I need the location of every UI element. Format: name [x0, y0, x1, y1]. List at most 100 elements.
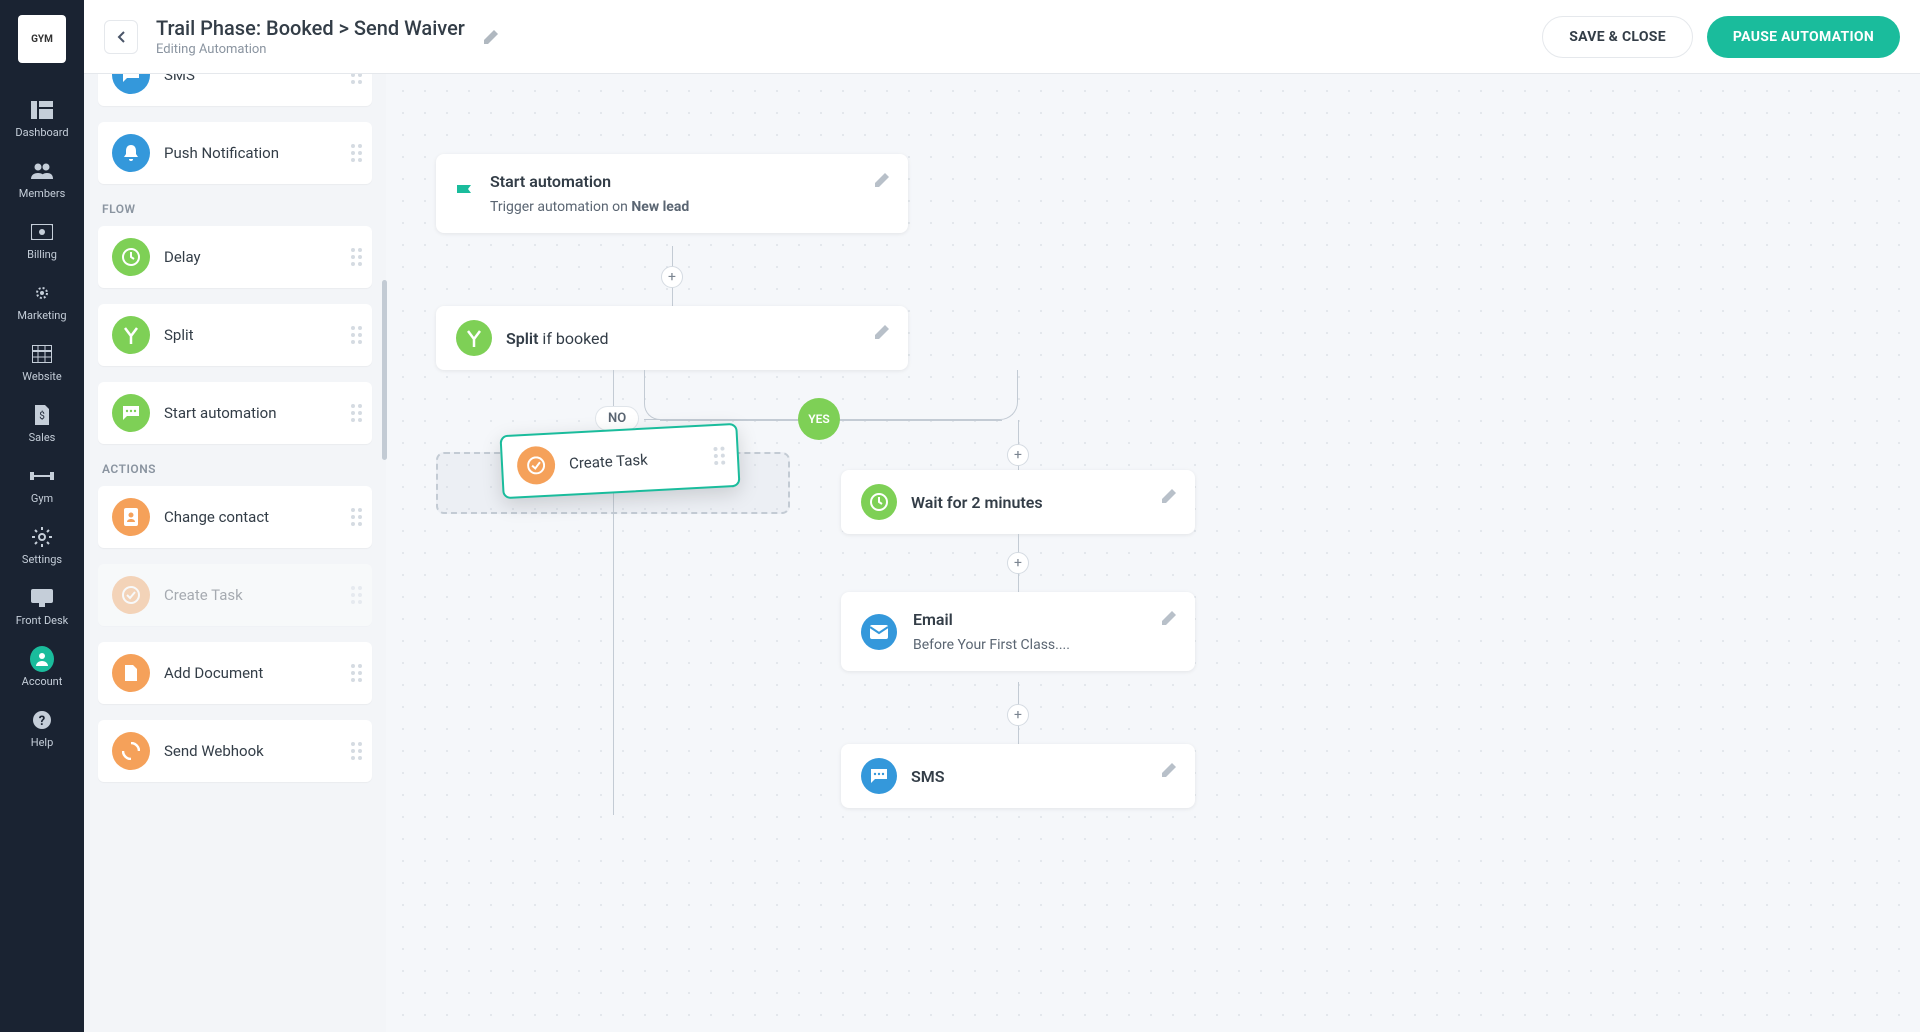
- website-icon: [30, 342, 54, 366]
- drag-handle-icon: [351, 74, 362, 84]
- panel-card-label: Push Notification: [164, 144, 279, 162]
- sms-icon: [112, 74, 150, 94]
- node-split[interactable]: Split if booked: [436, 306, 908, 370]
- panel-card-label: Send Webhook: [164, 742, 264, 760]
- nav-gym[interactable]: Gym: [0, 454, 84, 515]
- drag-handle-icon: [351, 248, 362, 266]
- panel-card-label: Add Document: [164, 664, 263, 682]
- node-title: Start automation: [490, 172, 689, 191]
- add-step-button[interactable]: +: [1007, 552, 1029, 574]
- svg-text:?: ?: [39, 714, 45, 729]
- task-icon: [516, 445, 556, 485]
- document-icon: [112, 654, 150, 692]
- panel-card-delay[interactable]: Delay: [98, 226, 372, 288]
- contact-icon: [112, 498, 150, 536]
- node-email[interactable]: Email Before Your First Class....: [841, 592, 1195, 671]
- connector: [644, 370, 645, 404]
- page-scrollbar[interactable]: [1904, 0, 1918, 1032]
- clock-icon: [861, 484, 897, 520]
- panel-card-add-document[interactable]: Add Document: [98, 642, 372, 704]
- panel-card-label: Start automation: [164, 404, 277, 422]
- panel-card-push-notification[interactable]: Push Notification: [98, 122, 372, 184]
- edit-node-button[interactable]: [1161, 762, 1177, 778]
- node-title: SMS: [911, 767, 945, 786]
- split-icon: [112, 316, 150, 354]
- gym-icon: [30, 464, 54, 488]
- node-start-automation[interactable]: Start automation Trigger automation on N…: [436, 154, 908, 233]
- nav-members[interactable]: Members: [0, 149, 84, 210]
- svg-text:$: $: [39, 409, 45, 422]
- drag-handle-icon: [351, 144, 362, 162]
- panel-card-label: Create Task: [164, 586, 243, 604]
- panel-card-label: Split: [164, 326, 194, 344]
- panel-card-create-task-ghost[interactable]: Create Task: [98, 564, 372, 626]
- flow-section-header: FLOW: [102, 202, 372, 216]
- left-nav-sidebar: GYM Dashboard Members Billing Marketing …: [0, 0, 84, 1032]
- node-title: Wait for 2 minutes: [911, 493, 1043, 512]
- pause-automation-button[interactable]: PAUSE AUTOMATION: [1707, 16, 1900, 58]
- nav-marketing[interactable]: Marketing: [0, 271, 84, 332]
- account-icon: [30, 647, 54, 671]
- drag-handle-icon: [351, 404, 362, 422]
- billing-icon: [30, 220, 54, 244]
- edit-title-button[interactable]: [483, 29, 499, 45]
- node-sms[interactable]: SMS: [841, 744, 1195, 808]
- actions-panel: SMS Push Notification FLOW Delay Split S…: [84, 74, 386, 1032]
- frontdesk-icon: [30, 586, 54, 610]
- panel-card-split[interactable]: Split: [98, 304, 372, 366]
- panel-card-label: Delay: [164, 248, 201, 266]
- panel-card-sms[interactable]: SMS: [98, 74, 372, 106]
- help-icon: ?: [30, 708, 54, 732]
- sms-icon: [861, 758, 897, 794]
- panel-card-send-webhook[interactable]: Send Webhook: [98, 720, 372, 782]
- nav-sales[interactable]: $ Sales: [0, 393, 84, 454]
- page-title: Trail Phase: Booked > Send Waiver: [156, 16, 465, 40]
- marketing-icon: [30, 281, 54, 305]
- drag-handle-icon: [351, 664, 362, 682]
- back-button[interactable]: [104, 20, 138, 54]
- add-step-button[interactable]: +: [1007, 704, 1029, 726]
- drag-handle-icon: [351, 586, 362, 604]
- nav-settings[interactable]: Settings: [0, 515, 84, 576]
- card-label: Create Task: [569, 451, 649, 473]
- drag-handle-icon: [713, 447, 725, 466]
- nav-frontdesk[interactable]: Front Desk: [0, 576, 84, 637]
- panel-card-label: SMS: [164, 74, 195, 84]
- node-subtitle: Before Your First Class....: [913, 637, 1070, 653]
- edit-node-button[interactable]: [874, 172, 890, 188]
- webhook-icon: [112, 732, 150, 770]
- clock-icon: [112, 238, 150, 276]
- edit-node-button[interactable]: [1161, 610, 1177, 626]
- nav-help[interactable]: ? Help: [0, 698, 84, 759]
- members-icon: [30, 159, 54, 183]
- split-icon: [456, 320, 492, 356]
- nav-dashboard[interactable]: Dashboard: [0, 88, 84, 149]
- panel-card-start-automation[interactable]: Start automation: [98, 382, 372, 444]
- settings-icon: [30, 525, 54, 549]
- node-title: Split if booked: [506, 329, 609, 348]
- drag-handle-icon: [351, 326, 362, 344]
- node-wait[interactable]: Wait for 2 minutes: [841, 470, 1195, 534]
- panel-card-change-contact[interactable]: Change contact: [98, 486, 372, 548]
- save-close-button[interactable]: SAVE & CLOSE: [1542, 16, 1693, 58]
- email-icon: [861, 614, 897, 650]
- nav-billing[interactable]: Billing: [0, 210, 84, 271]
- add-step-button[interactable]: +: [661, 266, 683, 288]
- panel-scrollbar-thumb[interactable]: [382, 280, 387, 460]
- edit-node-button[interactable]: [1161, 488, 1177, 504]
- edit-node-button[interactable]: [874, 324, 890, 340]
- drag-handle-icon: [351, 508, 362, 526]
- branch-yes-label: YES: [798, 398, 840, 440]
- nav-website[interactable]: Website: [0, 332, 84, 393]
- page-header: Trail Phase: Booked > Send Waiver Editin…: [84, 0, 1920, 74]
- automation-canvas[interactable]: Start automation Trigger automation on N…: [386, 74, 1920, 1032]
- actions-section-header: ACTIONS: [102, 462, 372, 476]
- page-subtitle: Editing Automation: [156, 42, 465, 57]
- gym-logo: GYM: [18, 15, 66, 63]
- add-step-button[interactable]: +: [1007, 444, 1029, 466]
- nav-account[interactable]: Account: [0, 637, 84, 698]
- dragging-create-task-card[interactable]: Create Task: [499, 423, 740, 499]
- node-subtitle: Trigger automation on New lead: [490, 199, 689, 215]
- dashboard-icon: [30, 98, 54, 122]
- task-icon: [112, 576, 150, 614]
